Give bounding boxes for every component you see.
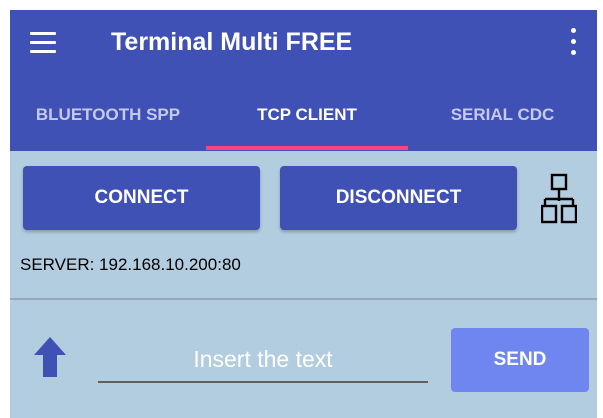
connect-button[interactable]: CONNECT	[23, 166, 260, 230]
tab-bar: BLUETOOTH SPP TCP CLIENT SERIAL CDC	[10, 92, 597, 151]
server-address: SERVER: 192.168.10.200:80	[20, 255, 241, 274]
app-title: Terminal Multi FREE	[111, 28, 353, 56]
tcp-client-panel: CONNECT DISCONNECT SERVER: 192.168.10.20…	[10, 151, 597, 418]
vertical-ellipsis-icon[interactable]	[567, 26, 579, 58]
arrow-up-icon[interactable]	[33, 335, 67, 379]
hamburger-menu-icon[interactable]	[30, 30, 56, 54]
send-button[interactable]: SEND	[451, 328, 589, 392]
app-screen: Terminal Multi FREE BLUETOOTH SPP TCP CL…	[0, 0, 603, 418]
network-topology-icon[interactable]	[541, 173, 577, 227]
app-bar: Terminal Multi FREE BLUETOOTH SPP TCP CL…	[10, 10, 597, 151]
disconnect-button[interactable]: DISCONNECT	[280, 166, 517, 230]
tab-bluetooth-spp[interactable]: BLUETOOTH SPP	[10, 92, 206, 151]
top-edge	[0, 0, 603, 10]
tab-serial-cdc[interactable]: SERIAL CDC	[408, 92, 597, 151]
message-input[interactable]	[98, 337, 428, 383]
active-tab-indicator	[206, 146, 408, 150]
tab-tcp-client[interactable]: TCP CLIENT	[206, 92, 408, 151]
divider	[10, 298, 597, 300]
